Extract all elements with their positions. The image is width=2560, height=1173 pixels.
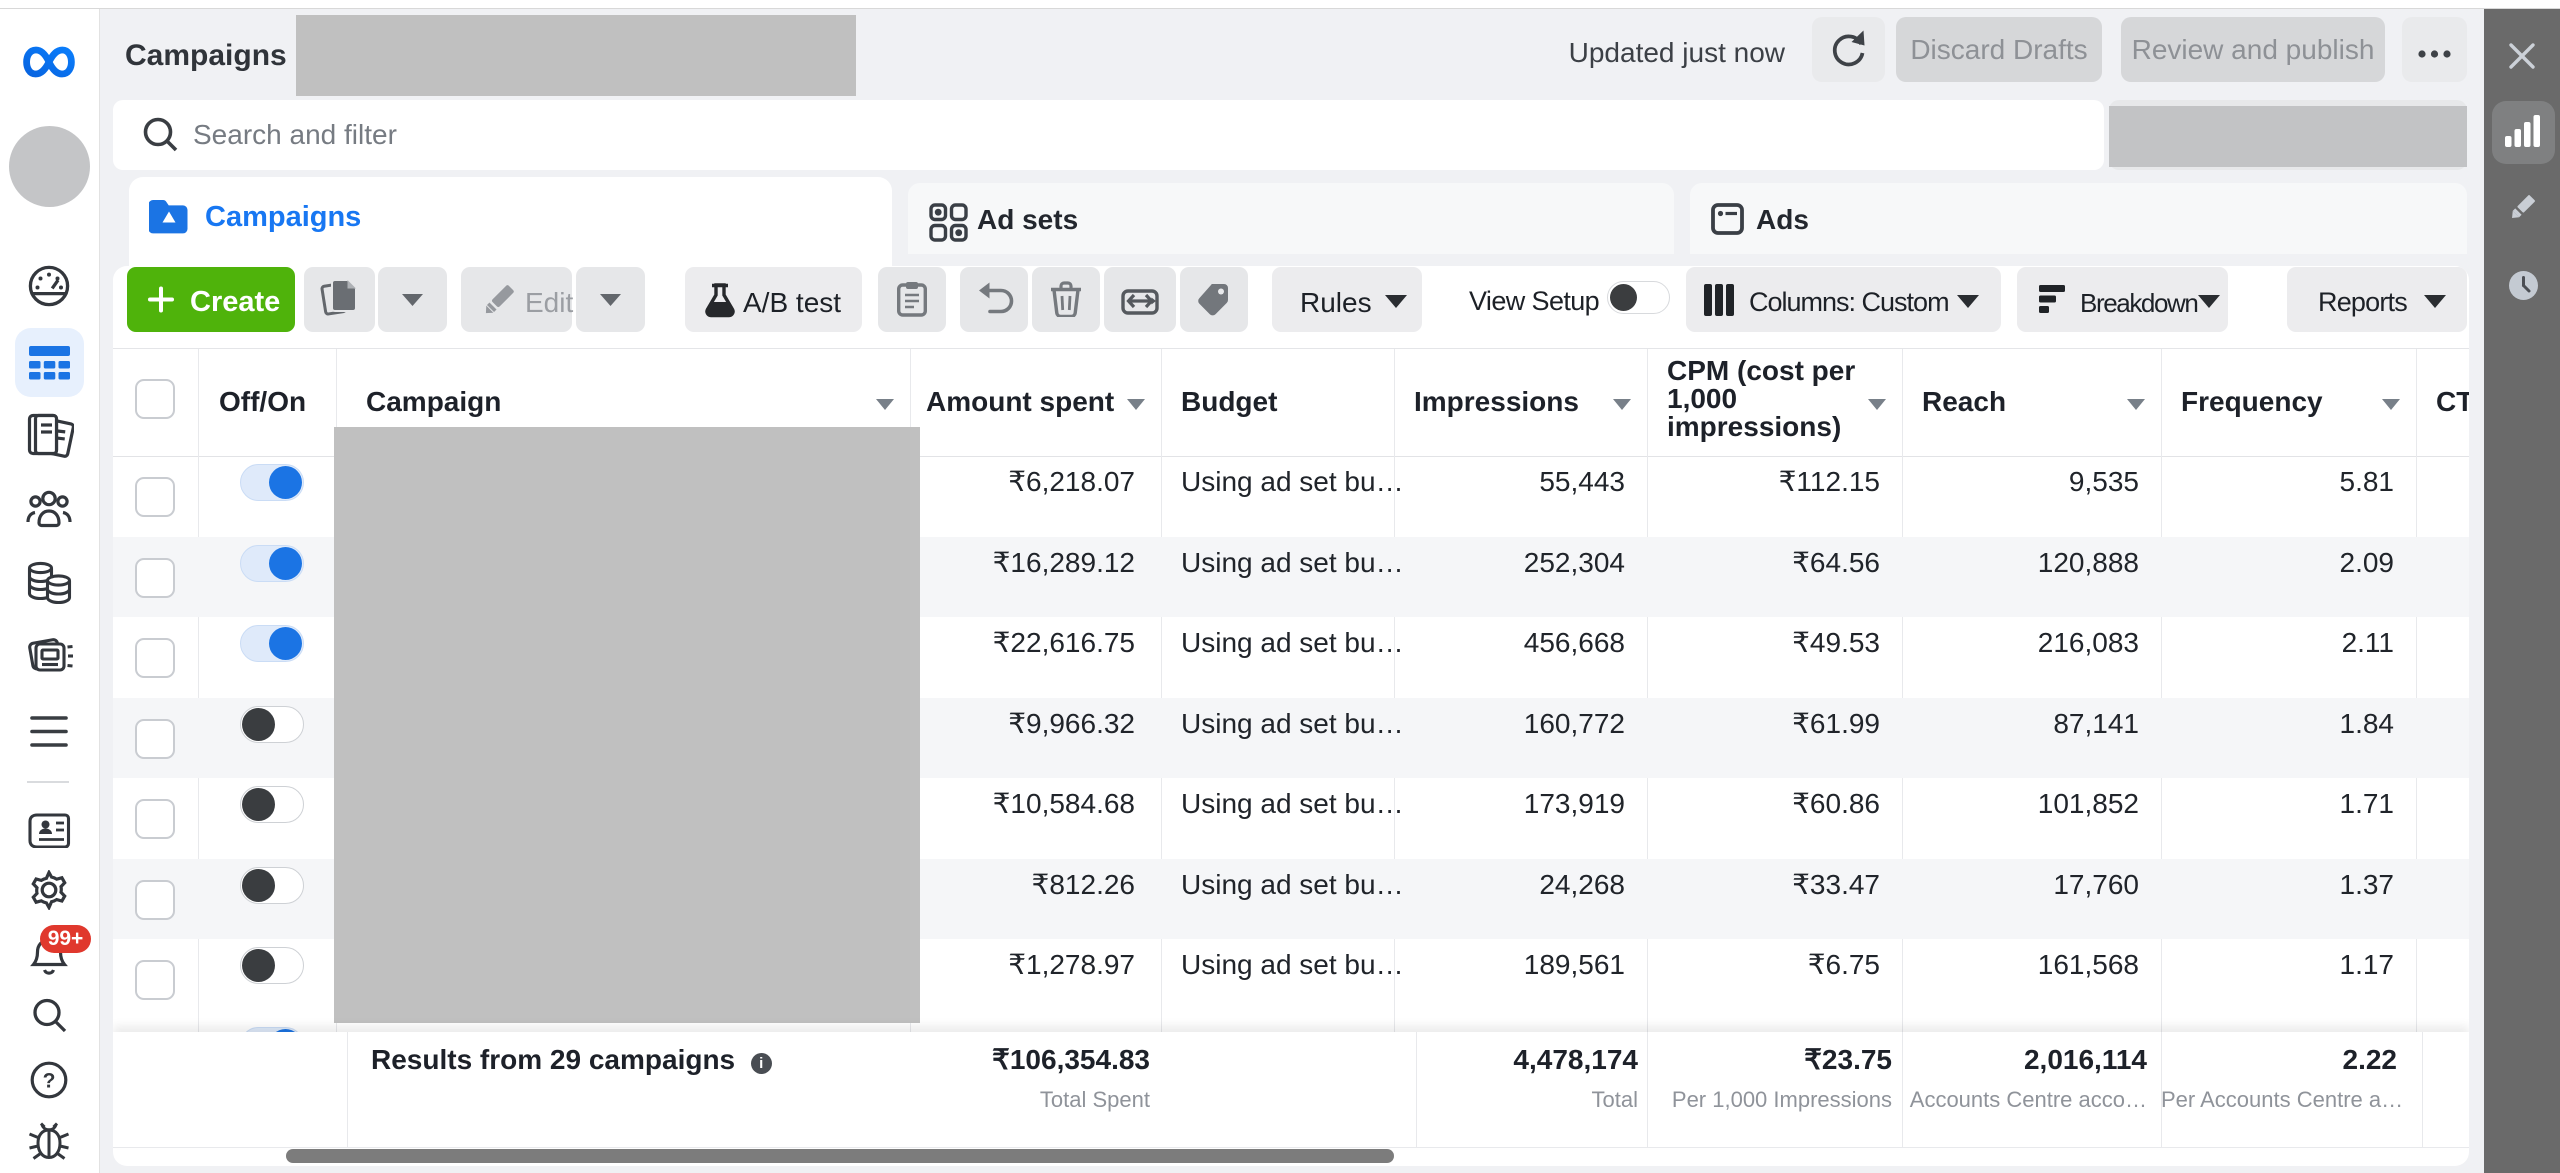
svg-text:?: ? — [43, 1070, 56, 1093]
